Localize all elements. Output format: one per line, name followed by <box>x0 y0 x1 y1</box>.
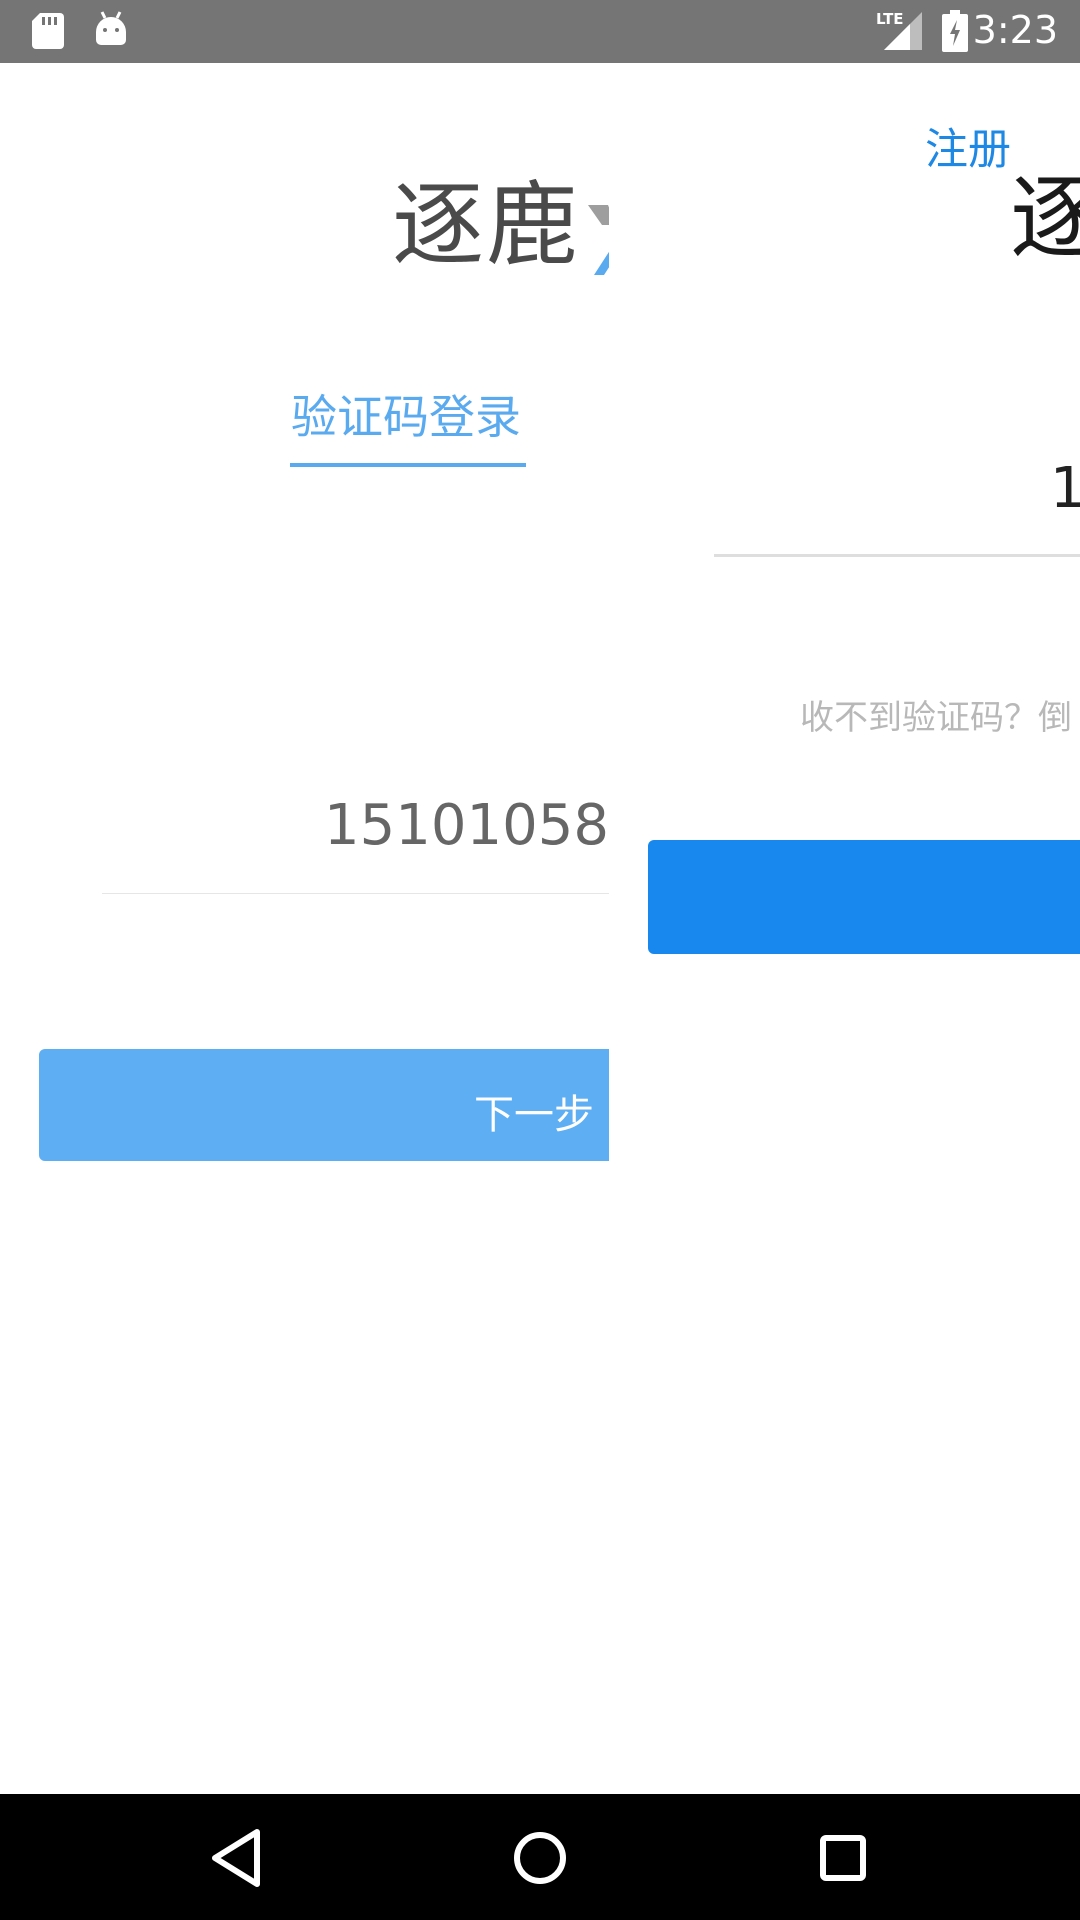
phone-input-underline <box>102 893 609 894</box>
app-logo-incoming: 逐 <box>1010 165 1080 272</box>
login-panel-outgoing: 逐鹿 验证码登录 15101058 下一步 <box>0 63 609 1794</box>
lte-signal-icon <box>884 12 922 50</box>
android-debug-icon <box>96 11 126 45</box>
battery-charging-icon <box>942 10 968 52</box>
resend-hint[interactable]: 收不到验证码？倒 <box>800 690 1072 739</box>
login-button[interactable] <box>648 840 1080 954</box>
register-link[interactable]: 注册 <box>925 115 1011 177</box>
back-icon[interactable] <box>199 1820 275 1896</box>
tab-sms-login[interactable]: 验证码登录 <box>291 381 521 447</box>
login-screen: 逐鹿 验证码登录 15101058 下一步 注册 逐 1 收不到验证码？倒 <box>0 63 1080 1794</box>
recents-icon[interactable] <box>805 1820 881 1896</box>
code-input-underline <box>714 554 1080 557</box>
phone-input-value: 15101058 <box>323 793 609 858</box>
status-bar: LTE 3:23 <box>0 0 1080 63</box>
next-step-button[interactable]: 下一步 <box>39 1049 609 1161</box>
app-logo: 逐鹿 <box>392 172 581 279</box>
home-icon[interactable] <box>502 1820 578 1896</box>
phone-display: 1 <box>1050 456 1080 521</box>
tab-indicator <box>290 463 526 467</box>
navigation-bar <box>0 1794 1080 1920</box>
logo-mark-icon <box>588 205 609 275</box>
next-step-label: 下一步 <box>474 1092 594 1138</box>
phone-input[interactable]: 15101058 <box>100 793 609 889</box>
clock: 3:23 <box>972 8 1058 52</box>
sd-card-icon <box>32 13 64 49</box>
